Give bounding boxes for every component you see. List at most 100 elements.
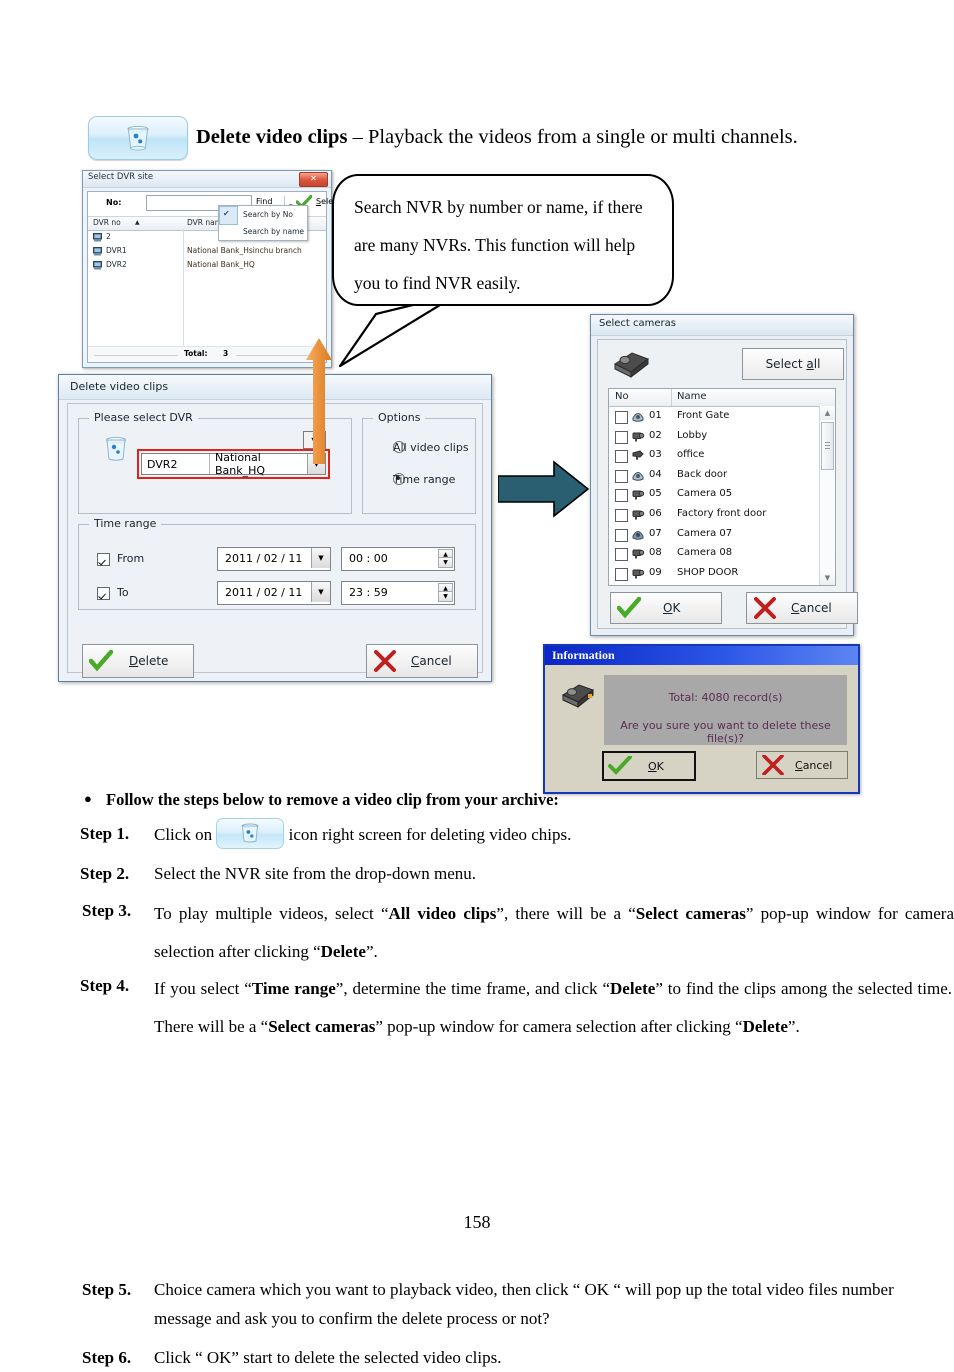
list-item[interactable]: 03 office xyxy=(609,446,819,466)
t5: ”. xyxy=(787,1017,800,1036)
scroll-up-icon[interactable]: ▲ xyxy=(820,406,835,420)
checkbox-to[interactable] xyxy=(97,587,110,600)
b1: Time range xyxy=(251,979,336,998)
delete-button-label: Delete xyxy=(129,654,169,668)
camera-checkbox[interactable] xyxy=(615,411,628,424)
step-1-label: Step 1. xyxy=(80,824,130,843)
t4: ” pop-up window for camera selection aft… xyxy=(375,1017,743,1036)
from-time-stepper[interactable]: ▲ ▼ xyxy=(438,549,453,568)
list-item[interactable]: 08 Camera 08 xyxy=(609,544,819,564)
dialog-titlebar: Select cameras xyxy=(591,315,853,336)
speech-bubble: Search NVR by number or name, if there a… xyxy=(332,174,674,306)
menu-item-label: Search by name xyxy=(243,227,305,236)
dialog-body: Select all No Name 01 Front Gate 02 Lobb… xyxy=(597,339,858,629)
camera-checkbox[interactable] xyxy=(615,548,628,562)
camera-checkbox[interactable] xyxy=(615,567,628,581)
b2: Select cameras xyxy=(635,904,746,923)
checkbox-from[interactable] xyxy=(97,553,110,566)
column-dvr-no[interactable]: DVR no xyxy=(93,218,121,227)
dome-camera-icon xyxy=(632,530,644,540)
dvr-combobox[interactable]: DVR2 National Bank_HQ ▼ xyxy=(141,451,326,477)
camera-checkbox[interactable] xyxy=(615,430,628,444)
cancel-button-label: Cancel xyxy=(411,654,452,668)
b3: Delete xyxy=(320,942,366,961)
camera-checkbox[interactable] xyxy=(615,469,628,483)
dialog-body: Please select DVR ▼ DVR2 National Bank_H… xyxy=(67,403,483,678)
delete-button[interactable]: Delete xyxy=(82,644,194,678)
camera-checkbox[interactable] xyxy=(615,528,628,542)
menu-item-label: Search by No xyxy=(243,210,293,219)
select-all-button[interactable]: Select all xyxy=(742,348,844,380)
b4: Delete xyxy=(742,1017,788,1036)
to-time-stepper[interactable]: ▲ ▼ xyxy=(438,583,453,602)
cancel-button-label: Cancel xyxy=(791,601,832,615)
green-check-icon xyxy=(617,597,641,619)
list-item[interactable]: 02 Lobby xyxy=(609,427,819,447)
camera-checkbox[interactable] xyxy=(615,509,628,522)
camera-no: 08 xyxy=(649,547,662,559)
ok-button[interactable]: OK xyxy=(610,592,722,624)
list-item[interactable]: 01 Front Gate xyxy=(609,407,819,427)
close-icon[interactable]: ✕ xyxy=(299,172,328,187)
stepper-down-icon[interactable]: ▼ xyxy=(438,591,453,602)
t4: ”. xyxy=(365,942,378,961)
dome-camera-icon xyxy=(632,413,644,422)
select-all-mnemonic: a xyxy=(806,357,814,371)
radio-label: Time range xyxy=(393,473,456,486)
camera-checkbox[interactable] xyxy=(615,489,628,503)
menu-item-search-by-no[interactable]: ✔ Search by No xyxy=(219,206,307,225)
table-row[interactable]: DVR1 National Bank_Hsinchu branch xyxy=(88,245,326,258)
trash-bin-icon[interactable] xyxy=(88,116,188,160)
table-row[interactable]: DVR2 National Bank_HQ xyxy=(88,259,326,272)
step-6-text: Click “ OK” start to delete the selected… xyxy=(154,1348,502,1367)
cancel-button[interactable]: Cancel xyxy=(746,592,858,624)
cancel-button-label: Cancel xyxy=(795,758,833,772)
menu-item-search-by-name[interactable]: Search by name xyxy=(219,223,307,240)
step-2-label: Step 2. xyxy=(80,864,130,883)
stepper-down-icon[interactable]: ▼ xyxy=(438,557,453,568)
list-item[interactable]: 04 Back door xyxy=(609,466,819,486)
ok-button[interactable]: OK xyxy=(602,751,696,781)
trash-bin-icon[interactable] xyxy=(216,818,285,849)
to-date-picker[interactable]: 2011 / 02 / 11 ▼ xyxy=(217,581,331,605)
group-label: Time range xyxy=(89,517,162,530)
no-label: No: xyxy=(106,198,122,207)
camera-checkbox[interactable] xyxy=(615,450,628,464)
list-item[interactable]: 06 Factory front door xyxy=(609,505,819,525)
confirm-question-text: Are you sure you want to delete these fi… xyxy=(620,719,831,745)
group-label: Options xyxy=(373,411,426,424)
cancel-button[interactable]: Cancel xyxy=(366,644,478,678)
box-camera-icon xyxy=(632,510,645,520)
cancel-mnemonic: C xyxy=(795,758,803,772)
step-5-label: Step 5. xyxy=(82,1280,132,1299)
list-item[interactable]: 05 Camera 05 xyxy=(609,485,819,505)
computer-icon xyxy=(93,233,102,242)
instructions-heading-text: Follow the steps below to remove a video… xyxy=(106,790,559,809)
green-check-icon xyxy=(89,650,113,672)
from-date-picker[interactable]: 2011 / 02 / 11 ▼ xyxy=(217,547,331,571)
scrollbar-thumb[interactable] xyxy=(821,422,834,470)
box-camera-icon xyxy=(632,432,645,442)
camera-name: Camera 07 xyxy=(677,527,733,539)
camera-no: 05 xyxy=(649,488,662,500)
to-time-field[interactable]: 23 : 59 ▲ ▼ xyxy=(341,581,455,605)
t2: ”, there will be a “ xyxy=(496,904,636,923)
column-no[interactable]: No xyxy=(615,391,629,402)
step-3-label: Step 3. xyxy=(82,901,132,920)
from-time-value: 00 : 00 xyxy=(349,552,388,565)
camera-no: 07 xyxy=(649,527,662,539)
box-camera-icon xyxy=(632,490,645,500)
cancel-button[interactable]: Cancel xyxy=(756,751,848,779)
dome-camera-icon xyxy=(632,471,644,481)
chevron-down-icon[interactable]: ▼ xyxy=(311,548,330,568)
chevron-down-icon[interactable]: ▼ xyxy=(311,582,330,602)
from-time-field[interactable]: 00 : 00 ▲ ▼ xyxy=(341,547,455,571)
list-item[interactable]: 09 SHOP DOOR xyxy=(609,564,819,584)
column-name[interactable]: Name xyxy=(677,391,707,402)
list-item[interactable]: 07 Camera 07 xyxy=(609,525,819,545)
cancel-mnemonic: C xyxy=(791,601,800,615)
camera-list-scrollbar[interactable]: ▲ ▼ xyxy=(819,406,835,585)
dialog-titlebar: Delete video clips xyxy=(59,375,491,400)
scroll-down-icon[interactable]: ▼ xyxy=(820,571,835,585)
page-number: 158 xyxy=(463,1212,491,1232)
